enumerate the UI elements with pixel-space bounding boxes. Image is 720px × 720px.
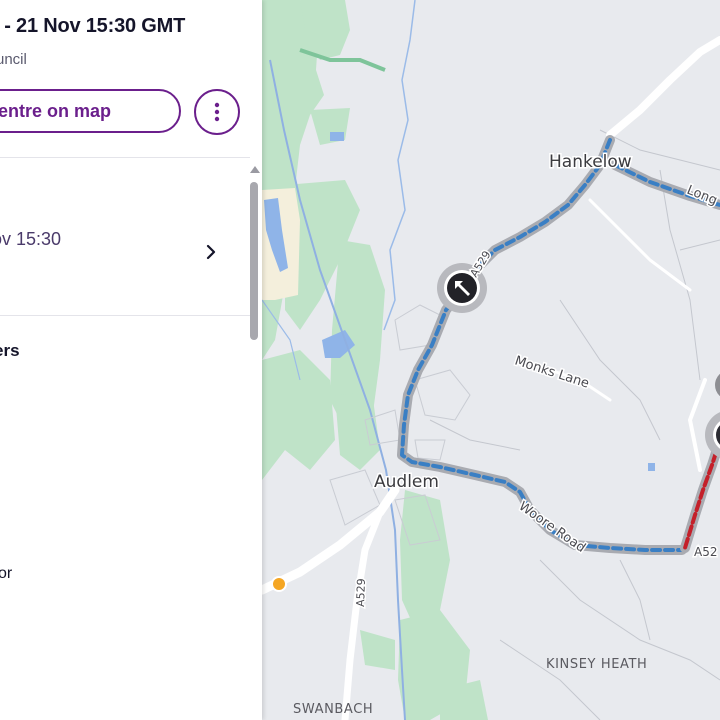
woodland-areas bbox=[262, 0, 488, 720]
road-label-a529-south: A529 bbox=[354, 578, 368, 607]
more-options-button[interactable] bbox=[194, 89, 240, 135]
scroll-thumb[interactable] bbox=[250, 182, 258, 340]
diversion-route bbox=[400, 138, 720, 552]
closure-route bbox=[680, 435, 720, 553]
divider bbox=[0, 157, 250, 158]
section-heading: ers bbox=[0, 341, 20, 360]
scrollbar[interactable] bbox=[248, 160, 260, 720]
road-label-monks-lane: Monks Lane bbox=[513, 354, 591, 392]
divider bbox=[0, 315, 250, 316]
works-date-title: 30 - 21 Nov 15:30 GMT bbox=[0, 15, 186, 37]
time-row-label: ov 15:30 bbox=[0, 229, 62, 249]
yellow-point-icon[interactable] bbox=[271, 576, 287, 592]
place-audlem: Audlem bbox=[374, 472, 439, 492]
centre-on-map-button[interactable]: entre on map bbox=[0, 89, 181, 133]
field-boundaries bbox=[429, 129, 720, 720]
details-panel: 30 - 21 Nov 15:30 GMT uncil entre on map… bbox=[0, 0, 262, 720]
map-view[interactable]: Hankelow Audlem SWANBACH KINSEY HEATH A5… bbox=[262, 0, 720, 720]
place-swanbach: SWANBACH bbox=[293, 702, 373, 717]
authority-subtitle: uncil bbox=[0, 51, 27, 68]
more-vertical-icon bbox=[214, 102, 220, 122]
road-label-woore-road: Woore Road bbox=[516, 499, 588, 556]
place-kinsey-heath: KINSEY HEATH bbox=[546, 657, 647, 672]
place-hankelow: Hankelow bbox=[549, 152, 632, 172]
road-label-a529-north: A529 bbox=[468, 249, 494, 280]
section-row-text: or bbox=[0, 565, 13, 582]
road-label-a52: A52 bbox=[694, 545, 717, 559]
route-halo bbox=[397, 135, 720, 555]
scroll-up-arrow-icon[interactable] bbox=[250, 166, 260, 173]
roadworks-marker-icon[interactable] bbox=[705, 370, 720, 460]
chevron-right-icon[interactable] bbox=[203, 243, 219, 261]
